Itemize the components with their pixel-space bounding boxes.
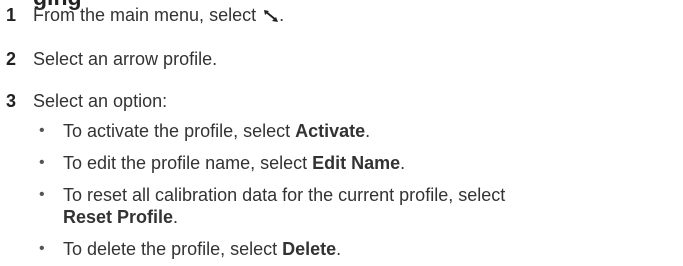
step-text: From the main menu, select . xyxy=(33,5,285,25)
step-number: 1 xyxy=(6,5,17,25)
option-label: Reset Profile xyxy=(63,207,174,227)
bullet-icon: • xyxy=(39,122,45,139)
option-label: Delete xyxy=(282,239,337,259)
step-text: Select an option: xyxy=(33,91,168,111)
step-number: 2 xyxy=(6,49,17,69)
arrow-tool-icon xyxy=(263,6,279,22)
option-label: Edit Name xyxy=(312,153,401,173)
bullet-icon: • xyxy=(39,240,45,257)
option-label: Activate xyxy=(295,121,366,141)
step-text: Select an arrow profile. xyxy=(33,49,218,69)
bullet-icon: • xyxy=(39,186,45,203)
option-reset-profile-continued: Reset Profile. xyxy=(63,207,179,227)
bullet-icon: • xyxy=(39,154,45,171)
step-number: 3 xyxy=(6,91,17,111)
